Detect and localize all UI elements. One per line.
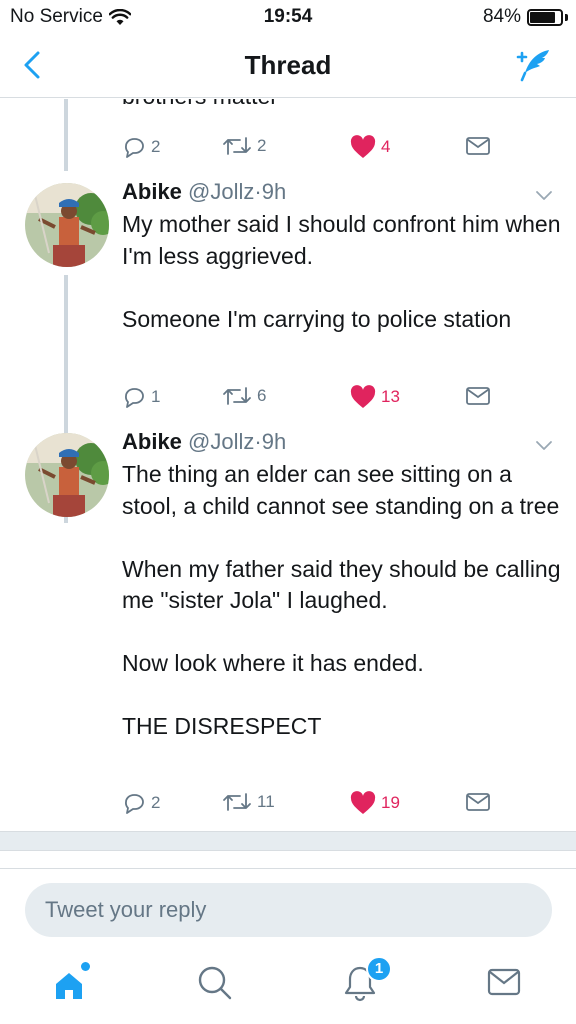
retweet-count: 2	[257, 136, 267, 155]
retweet-icon	[223, 793, 251, 811]
thread-connector	[64, 99, 68, 171]
reply-icon	[125, 794, 144, 814]
avatar[interactable]	[25, 183, 109, 267]
retweet-count: 6	[257, 386, 267, 405]
thread-feed[interactable]: brothers matter 2 2 4	[0, 99, 576, 832]
time-separator: ·	[254, 429, 262, 454]
battery-icon	[527, 8, 563, 26]
chevron-down-icon[interactable]	[534, 189, 554, 203]
nav-bar: Thread	[0, 34, 576, 98]
like-count: 19	[381, 793, 400, 812]
tab-messages[interactable]	[486, 964, 526, 1004]
search-icon	[198, 966, 232, 1000]
chevron-down-icon[interactable]	[534, 439, 554, 453]
status-bar: No Service 19:54 84%	[0, 0, 576, 34]
tweet[interactable]: Abike @Jollz·9h The thing an elder can s…	[0, 421, 576, 832]
tab-notifications[interactable]: 1	[342, 956, 392, 1004]
heart-filled-icon	[350, 135, 376, 158]
retweet-count: 11	[257, 792, 275, 811]
share-button[interactable]	[465, 385, 491, 407]
author-handle[interactable]: @Jollz	[188, 429, 254, 454]
heart-filled-icon	[350, 791, 376, 814]
reply-icon	[125, 138, 144, 158]
battery-status: 84%	[483, 6, 568, 28]
reply-input[interactable]: Tweet your reply	[25, 883, 552, 937]
retweet-icon	[223, 137, 251, 155]
tweet-time: 9h	[261, 429, 287, 454]
tab-search[interactable]	[196, 964, 236, 1004]
author-name[interactable]: Abike	[122, 429, 182, 454]
retweet-button[interactable]: 2	[222, 135, 266, 157]
tweet[interactable]: Abike @Jollz·9h My mother said I should …	[0, 171, 576, 421]
share-button[interactable]	[465, 135, 491, 157]
tweet-text: My mother said I should confront him whe…	[122, 211, 561, 332]
tab-home[interactable]	[52, 962, 92, 1004]
author-handle[interactable]: @Jollz	[188, 179, 254, 204]
reply-count: 1	[151, 387, 161, 406]
thread-divider	[0, 831, 576, 851]
mail-icon	[466, 793, 490, 811]
reply-button[interactable]: 2	[122, 791, 160, 815]
reply-count: 2	[151, 793, 161, 812]
avatar[interactable]	[25, 433, 109, 517]
tweet-header: Abike @Jollz·9h	[122, 179, 286, 205]
messages-icon	[487, 968, 521, 996]
time-separator: ·	[254, 179, 262, 204]
tweet-actions: 2 2 4	[122, 135, 502, 161]
tweet-actions: 2 11 19	[122, 791, 502, 817]
reply-button[interactable]: 1	[122, 385, 160, 409]
reply-bar: Tweet your reply	[0, 868, 576, 952]
tweet-time: 9h	[261, 179, 287, 204]
new-content-dot	[81, 962, 90, 971]
like-button[interactable]: 13	[350, 385, 400, 409]
battery-percent: 84%	[482, 6, 521, 27]
compose-tweet-icon[interactable]	[514, 46, 552, 84]
heart-filled-icon	[350, 385, 376, 408]
like-count: 4	[381, 137, 391, 156]
reply-count: 2	[151, 137, 161, 156]
like-button[interactable]: 19	[350, 791, 400, 815]
reply-icon	[125, 388, 144, 408]
page-title: Thread	[244, 50, 332, 80]
tweet-text: The thing an elder can see sitting on a …	[122, 461, 561, 739]
retweet-icon	[223, 387, 251, 405]
like-button[interactable]: 4	[350, 135, 390, 159]
tweet-header: Abike @Jollz·9h	[122, 429, 286, 455]
notifications-badge: 1	[366, 956, 392, 982]
retweet-button[interactable]: 6	[222, 385, 266, 407]
retweet-button[interactable]: 11	[222, 791, 275, 813]
author-name[interactable]: Abike	[122, 179, 182, 204]
share-button[interactable]	[465, 791, 491, 813]
home-icon	[56, 973, 82, 999]
mail-icon	[466, 387, 490, 405]
tweet-actions: 1 6 13	[122, 385, 502, 411]
like-count: 13	[381, 387, 400, 406]
mail-icon	[466, 137, 490, 155]
tab-bar: 1	[0, 952, 576, 1024]
tweet-text-partial: brothers matter	[122, 99, 278, 110]
reply-button[interactable]: 2	[122, 135, 160, 159]
